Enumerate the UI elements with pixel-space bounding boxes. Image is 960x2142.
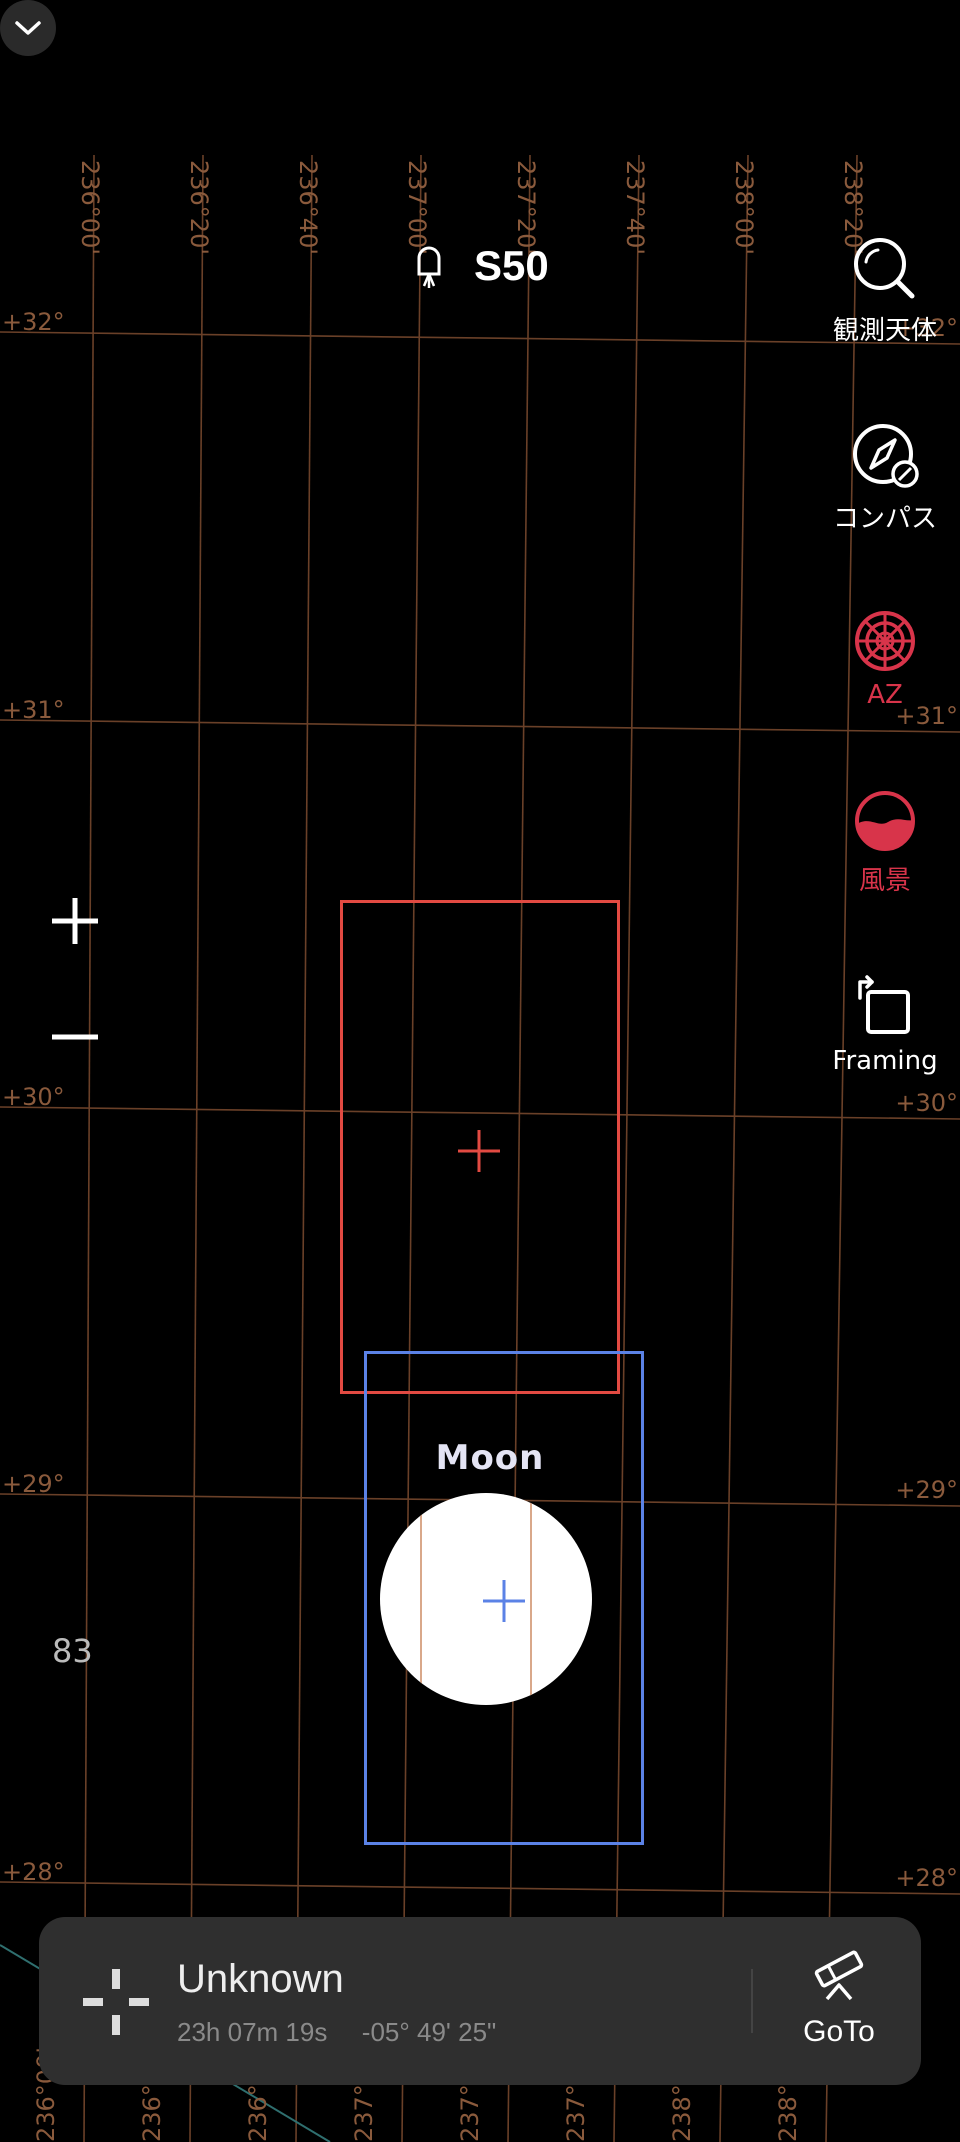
ra-label: 238°00' xyxy=(730,160,758,255)
landscape-label: 風景 xyxy=(858,866,911,896)
goto-label: GoTo xyxy=(803,2015,875,2048)
az-grid-label: AZ xyxy=(867,680,903,710)
object-coordinates: 23h 07m 19s -05° 49' 25" xyxy=(177,2017,496,2048)
ra-label: 236°00' xyxy=(76,160,104,255)
device-name: S50 xyxy=(474,242,549,289)
current-center-cross-icon xyxy=(458,1130,500,1172)
ra-grid-line xyxy=(719,154,749,2142)
ra-grid-line xyxy=(83,154,95,2142)
search-icon xyxy=(854,238,915,299)
dec-label-left: +31° xyxy=(2,696,65,724)
divider xyxy=(751,1969,753,2033)
dec-grid-line xyxy=(0,719,960,733)
ra-label: 236°40' xyxy=(294,160,322,255)
compass-icon xyxy=(853,424,919,488)
telescope-bell-icon xyxy=(417,246,441,288)
target-fov-frame xyxy=(364,1351,644,1845)
current-fov-frame xyxy=(340,900,620,1394)
target-center-cross-icon xyxy=(483,1580,525,1622)
crosshair-icon xyxy=(83,1969,149,2035)
right-ascension: 23h 07m 19s xyxy=(177,2017,328,2047)
dec-label-right: +30° xyxy=(895,1089,958,1117)
dec-grid-line xyxy=(0,1881,960,1895)
object-name: Unknown xyxy=(177,1957,344,2001)
compass-button[interactable]: コンパス xyxy=(785,420,960,535)
minus-icon xyxy=(52,1034,98,1040)
dec-label-left: +28° xyxy=(2,1858,65,1886)
zoom-in-button[interactable] xyxy=(44,890,106,952)
framing-button[interactable]: Framing xyxy=(785,974,960,1076)
declination: -05° 49' 25" xyxy=(361,2017,497,2047)
telescope-icon xyxy=(814,1950,864,2001)
compass-label: コンパス xyxy=(832,504,937,534)
az-grid-icon xyxy=(855,611,915,671)
dec-label-left: +30° xyxy=(2,1083,65,1111)
dec-label-right: +28° xyxy=(895,1864,958,1892)
rotate-frame-icon xyxy=(858,975,910,1034)
landscape-icon xyxy=(855,791,915,851)
ra-label: 237°40' xyxy=(621,160,649,255)
zoom-level: 83 xyxy=(52,1632,93,1670)
framing-label: Framing xyxy=(832,1046,938,1076)
object-info-panel[interactable]: Unknown 23h 07m 19s -05° 49' 25" GoTo xyxy=(39,1917,921,2085)
plus-icon xyxy=(52,898,98,944)
ra-grid-line xyxy=(189,154,204,2142)
dec-label-left: +32° xyxy=(2,308,65,336)
dec-label-right: +29° xyxy=(895,1476,958,1504)
ra-label: 236°20' xyxy=(185,160,213,255)
search-objects-label: 観測天体 xyxy=(832,316,937,346)
landscape-button[interactable]: 風景 xyxy=(785,788,960,897)
goto-button[interactable]: GoTo xyxy=(783,1947,895,2049)
search-objects-button[interactable]: 観測天体 xyxy=(785,234,960,347)
device-selector[interactable]: S50 xyxy=(412,238,549,294)
zoom-out-button[interactable] xyxy=(44,1006,106,1068)
ra-grid-line xyxy=(295,154,313,2142)
az-grid-button[interactable]: AZ xyxy=(785,608,960,710)
dec-label-left: +29° xyxy=(2,1470,65,1498)
